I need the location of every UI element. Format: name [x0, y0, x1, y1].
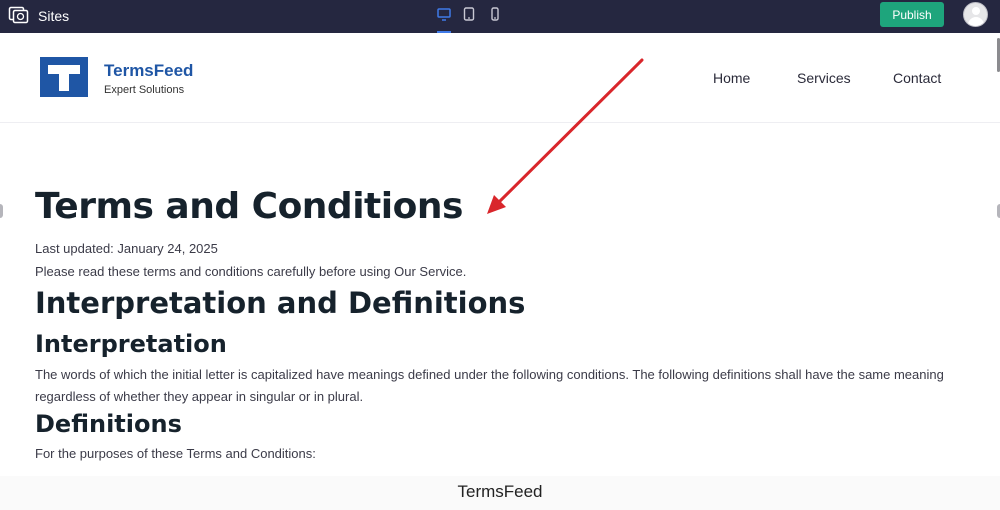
page-title: Terms and Conditions: [35, 186, 463, 227]
left-resize-handle[interactable]: [0, 204, 3, 218]
sites-icon: [8, 4, 30, 28]
editor-toolbar: Sites Publish: [0, 0, 1000, 33]
desktop-icon: [436, 6, 452, 26]
site-header: TermsFeed Expert Solutions Home Services…: [0, 33, 1000, 123]
brand-tagline: Expert Solutions: [104, 84, 185, 96]
definitions-intro-text: For the purposes of these Terms and Cond…: [35, 446, 316, 461]
watermark-text: TermsFeed: [457, 482, 543, 501]
interpretation-paragraph: The words of which the initial letter is…: [35, 367, 944, 404]
section-heading: Interpretation and Definitions: [35, 286, 526, 320]
interpretation-heading: Interpretation: [35, 330, 227, 358]
tablet-view-button[interactable]: [460, 6, 478, 26]
definitions-heading: Definitions: [35, 410, 182, 438]
mobile-view-button[interactable]: [486, 6, 504, 26]
mobile-icon: [487, 6, 503, 26]
termsfeed-logo[interactable]: [40, 57, 88, 97]
brand-name[interactable]: TermsFeed: [104, 61, 193, 81]
desktop-view-button[interactable]: [435, 6, 453, 33]
intro-text: Please read these terms and conditions c…: [35, 264, 467, 279]
tablet-icon: [461, 6, 477, 26]
sites-button[interactable]: Sites: [8, 4, 69, 28]
nav-contact-link[interactable]: Contact: [893, 70, 941, 86]
publish-button[interactable]: Publish: [880, 2, 944, 27]
sites-label: Sites: [38, 8, 70, 24]
nav-services-link[interactable]: Services: [797, 70, 851, 86]
nav-home-link[interactable]: Home: [713, 70, 750, 86]
avatar[interactable]: [963, 2, 988, 27]
last-updated-text: Last updated: January 24, 2025: [35, 241, 218, 256]
